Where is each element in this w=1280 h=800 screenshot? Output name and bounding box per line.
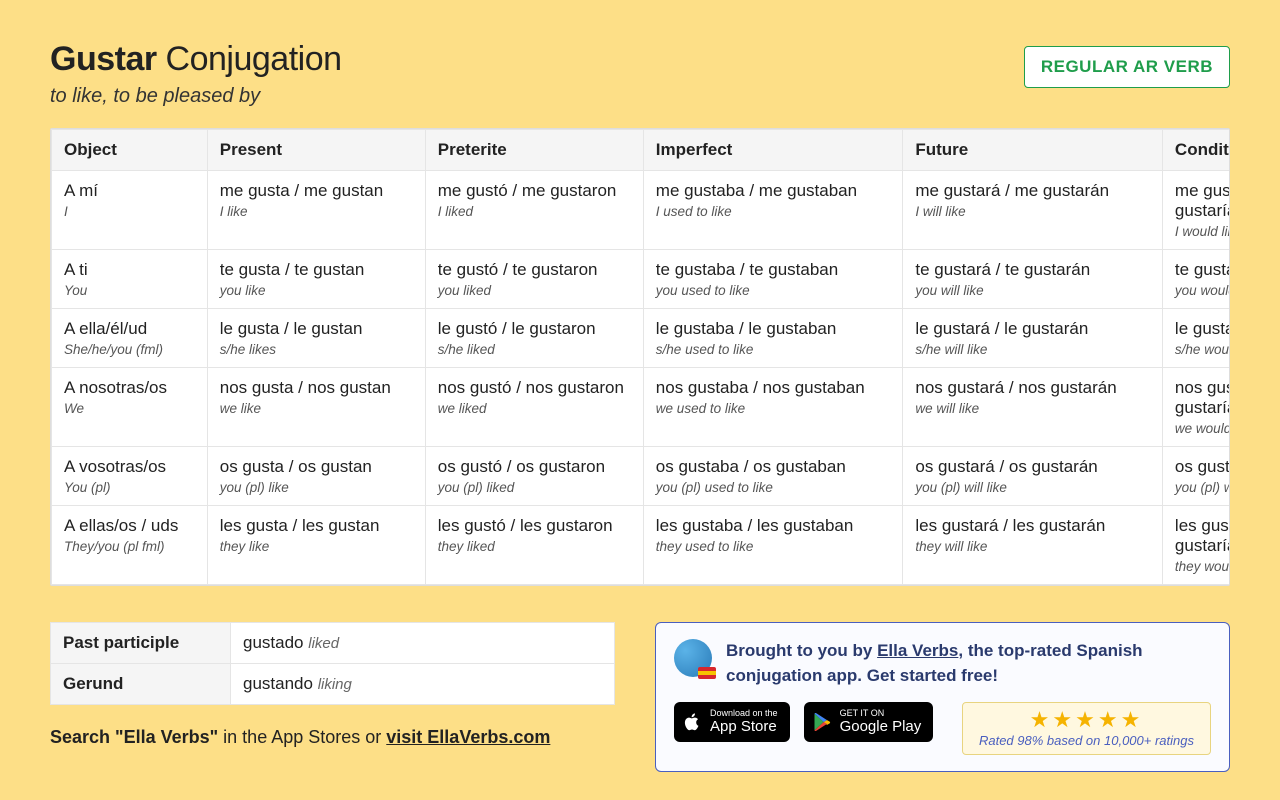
tense-cell: te gusta / te gustanyou like bbox=[207, 250, 425, 309]
table-row: A vosotras/osYou (pl)os gusta / os gusta… bbox=[52, 447, 1231, 506]
participle-table: Past participle gustado liked Gerund gus… bbox=[50, 622, 615, 705]
search-instruction: Search "Ella Verbs" in the App Stores or… bbox=[50, 727, 615, 748]
tense-cell: os gustaría / os gustaríanyou (pl) would… bbox=[1162, 447, 1230, 506]
tense-cell: les gustaba / les gustabanthey used to l… bbox=[643, 506, 903, 585]
column-header: Conditional bbox=[1162, 130, 1230, 171]
visit-ellaverbs-link[interactable]: visit EllaVerbs.com bbox=[386, 727, 550, 747]
star-icon: ★★★★★ bbox=[979, 709, 1194, 731]
ella-verbs-link[interactable]: Ella Verbs bbox=[877, 641, 958, 660]
tense-cell: le gustaba / le gustabans/he used to lik… bbox=[643, 309, 903, 368]
past-participle-label: Past participle bbox=[51, 623, 231, 664]
column-header: Preterite bbox=[425, 130, 643, 171]
tense-cell: nos gustaba / nos gustabanwe used to lik… bbox=[643, 368, 903, 447]
tense-cell: le gustó / le gustarons/he liked bbox=[425, 309, 643, 368]
object-cell: A ella/él/udShe/he/you (fml) bbox=[52, 309, 208, 368]
verb-translation: to like, to be pleased by bbox=[50, 85, 342, 108]
column-header: Imperfect bbox=[643, 130, 903, 171]
verb-name: Gustar bbox=[50, 40, 157, 78]
conjugation-table-wrap: ObjectPresentPreteriteImperfectFutureCon… bbox=[50, 128, 1230, 586]
page-title: Gustar Conjugation bbox=[50, 40, 342, 79]
tense-cell: os gustaba / os gustabanyou (pl) used to… bbox=[643, 447, 903, 506]
rating-box: ★★★★★ Rated 98% based on 10,000+ ratings bbox=[962, 702, 1211, 755]
gerund-label: Gerund bbox=[51, 664, 231, 705]
gerund-value: gustando liking bbox=[231, 664, 615, 705]
column-header: Future bbox=[903, 130, 1163, 171]
tense-cell: le gustaría / le gustaríans/he would lik… bbox=[1162, 309, 1230, 368]
google-play-button[interactable]: GET IT ON Google Play bbox=[804, 702, 934, 742]
tense-cell: nos gustará / nos gustaránwe will like bbox=[903, 368, 1163, 447]
promo-text: Brought to you by Ella Verbs, the top-ra… bbox=[726, 639, 1211, 688]
tense-cell: les gustaría / les gustaríanthey would l… bbox=[1162, 506, 1230, 585]
past-participle-value: gustado liked bbox=[231, 623, 615, 664]
tense-cell: le gustará / le gustaráns/he will like bbox=[903, 309, 1163, 368]
verb-type-badge: REGULAR AR VERB bbox=[1024, 46, 1230, 88]
title-word: Conjugation bbox=[166, 40, 342, 78]
promo-card: Brought to you by Ella Verbs, the top-ra… bbox=[655, 622, 1230, 772]
table-row: A nosotras/osWenos gusta / nos gustanwe … bbox=[52, 368, 1231, 447]
google-play-icon bbox=[812, 711, 832, 733]
tense-cell: me gustará / me gustaránI will like bbox=[903, 171, 1163, 250]
column-header: Present bbox=[207, 130, 425, 171]
conjugation-table: ObjectPresentPreteriteImperfectFutureCon… bbox=[51, 129, 1230, 585]
tense-cell: les gustó / les gustaronthey liked bbox=[425, 506, 643, 585]
app-store-button[interactable]: Download on the App Store bbox=[674, 702, 790, 742]
tense-cell: les gustará / les gustaránthey will like bbox=[903, 506, 1163, 585]
tense-cell: me gusta / me gustanI like bbox=[207, 171, 425, 250]
rating-text: Rated 98% based on 10,000+ ratings bbox=[979, 733, 1194, 748]
tense-cell: te gustó / te gustaronyou liked bbox=[425, 250, 643, 309]
apple-icon bbox=[682, 711, 702, 733]
tense-cell: le gusta / le gustans/he likes bbox=[207, 309, 425, 368]
object-cell: A míI bbox=[52, 171, 208, 250]
table-row: A ella/él/udShe/he/you (fml)le gusta / l… bbox=[52, 309, 1231, 368]
tense-cell: me gustaría / me gustaríanI would like bbox=[1162, 171, 1230, 250]
table-row: A tiYoute gusta / te gustanyou likete gu… bbox=[52, 250, 1231, 309]
tense-cell: nos gustaría / nos gustaríanwe would lik… bbox=[1162, 368, 1230, 447]
tense-cell: nos gustó / nos gustaronwe liked bbox=[425, 368, 643, 447]
globe-flag-icon bbox=[674, 639, 712, 677]
tense-cell: me gustó / me gustaronI liked bbox=[425, 171, 643, 250]
object-cell: A tiYou bbox=[52, 250, 208, 309]
tense-cell: te gustará / te gustarányou will like bbox=[903, 250, 1163, 309]
object-cell: A nosotras/osWe bbox=[52, 368, 208, 447]
tense-cell: os gustará / os gustarányou (pl) will li… bbox=[903, 447, 1163, 506]
object-cell: A ellas/os / udsThey/you (pl fml) bbox=[52, 506, 208, 585]
tense-cell: les gusta / les gustanthey like bbox=[207, 506, 425, 585]
tense-cell: te gustaba / te gustabanyou used to like bbox=[643, 250, 903, 309]
tense-cell: nos gusta / nos gustanwe like bbox=[207, 368, 425, 447]
object-cell: A vosotras/osYou (pl) bbox=[52, 447, 208, 506]
tense-cell: os gusta / os gustanyou (pl) like bbox=[207, 447, 425, 506]
tense-cell: te gustaría / te gustaríanyou would like bbox=[1162, 250, 1230, 309]
table-row: A ellas/os / udsThey/you (pl fml)les gus… bbox=[52, 506, 1231, 585]
tense-cell: os gustó / os gustaronyou (pl) liked bbox=[425, 447, 643, 506]
column-header: Object bbox=[52, 130, 208, 171]
tense-cell: me gustaba / me gustabanI used to like bbox=[643, 171, 903, 250]
table-row: A míIme gusta / me gustanI likeme gustó … bbox=[52, 171, 1231, 250]
